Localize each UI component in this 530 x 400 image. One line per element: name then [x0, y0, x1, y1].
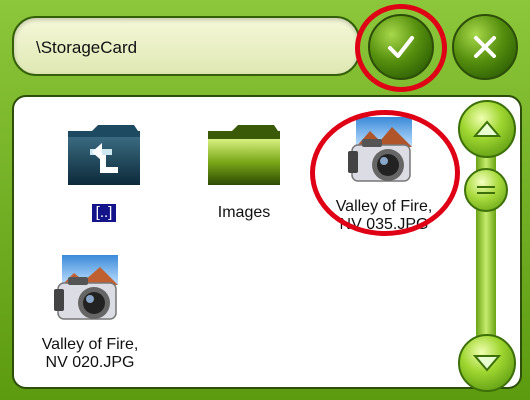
file-list: [..] Images Valley of Fire, NV 035.JPG V… — [12, 95, 522, 389]
path-text: \StorageCard — [36, 38, 138, 57]
file-item-photo-020[interactable]: Valley of Fire, NV 020.JPG — [20, 253, 160, 372]
ok-button[interactable] — [368, 14, 434, 80]
scroll-down-button[interactable] — [458, 334, 516, 392]
scrollbar-thumb[interactable] — [464, 168, 508, 212]
cancel-button[interactable] — [452, 14, 518, 80]
folder-label: Images — [217, 204, 271, 221]
up-folder-icon — [68, 125, 140, 185]
arrow-up-icon — [473, 120, 501, 137]
check-icon — [388, 36, 414, 58]
arrow-down-icon — [473, 355, 501, 372]
camera-photo-icon — [54, 255, 118, 320]
grip-icon — [477, 186, 495, 194]
up-folder-label: [..] — [91, 204, 117, 222]
photo-label-line1: Valley of Fire, — [335, 198, 433, 215]
folder-icon — [208, 125, 280, 185]
photo-label-line1: Valley of Fire, — [41, 336, 139, 353]
scroll-up-button[interactable] — [458, 100, 516, 158]
file-item-up[interactable]: [..] — [34, 121, 174, 222]
file-item-images[interactable]: Images — [174, 121, 314, 222]
file-item-photo-035[interactable]: Valley of Fire, NV 035.JPG — [314, 115, 454, 234]
path-field[interactable]: \StorageCard — [12, 16, 360, 76]
camera-photo-icon — [348, 117, 412, 182]
close-icon — [474, 36, 496, 58]
photo-label-line2: NV 035.JPG — [339, 216, 429, 233]
photo-label-line2: NV 020.JPG — [45, 354, 135, 371]
